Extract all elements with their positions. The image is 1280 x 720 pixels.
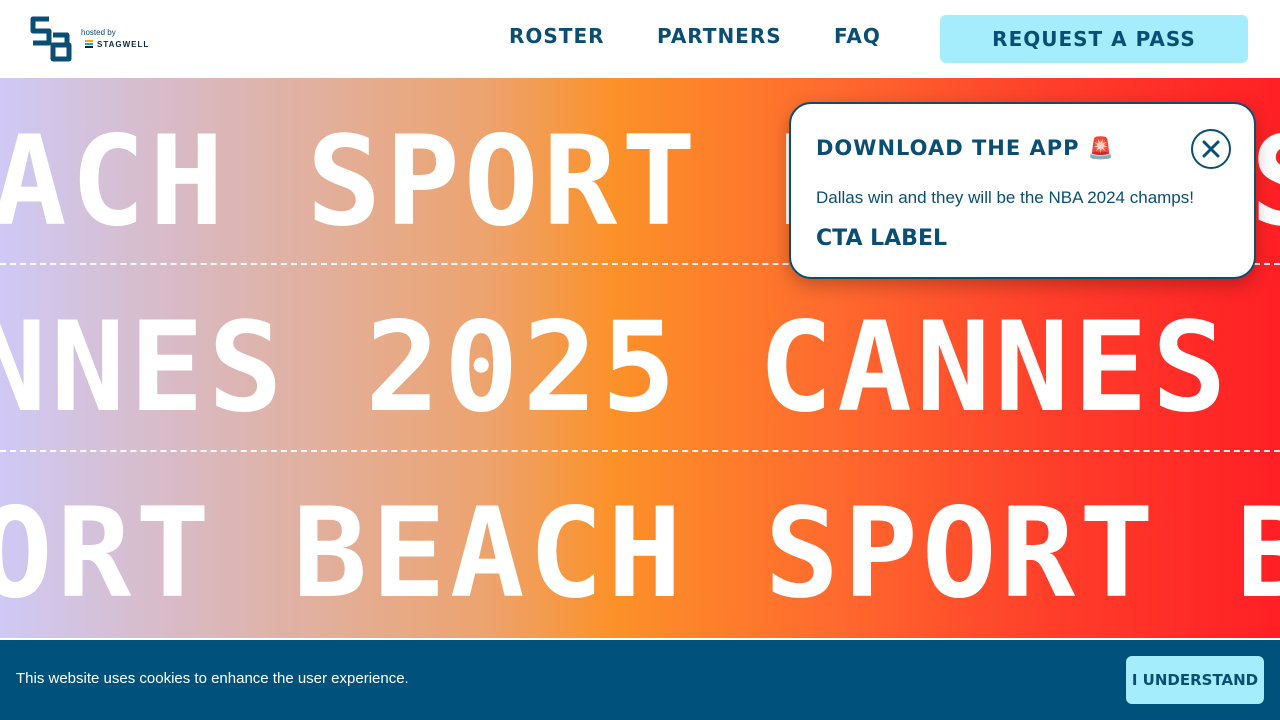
popup-message: Dallas win and they will be the NBA 2024…	[816, 188, 1194, 207]
marquee-row-3: ORT BEACH SPORT BEACH	[0, 482, 1280, 626]
nav-faq[interactable]: FAQ	[834, 24, 881, 48]
request-pass-button[interactable]: REQUEST A PASS	[940, 15, 1248, 63]
stagwell-mark-icon	[85, 40, 93, 48]
cookie-message: This website uses cookies to enhance the…	[16, 670, 409, 687]
dashed-divider	[0, 450, 1280, 452]
popup-title: DOWNLOAD THE APP 🚨	[816, 136, 1115, 160]
cookie-accept-button[interactable]: I UNDERSTAND	[1126, 656, 1264, 704]
host-brand-logo: STAGWELL	[97, 40, 150, 49]
cookie-banner: This website uses cookies to enhance the…	[0, 640, 1280, 720]
site-header: hosted by STAGWELL ROSTER PARTNERS FAQ R…	[0, 0, 1280, 78]
download-app-popup: DOWNLOAD THE APP 🚨 Dallas win and they w…	[789, 102, 1256, 279]
popup-cta-link[interactable]: CTA LABEL	[816, 226, 947, 251]
sb-logo-icon[interactable]	[27, 15, 75, 63]
marquee-row-2: NNES 2025 CANNES 2025	[0, 296, 1280, 440]
nav-partners[interactable]: PARTNERS	[657, 24, 782, 48]
close-icon[interactable]	[1191, 129, 1231, 169]
nav-roster[interactable]: ROSTER	[509, 24, 605, 48]
hosted-by-label: hosted by	[81, 28, 116, 37]
